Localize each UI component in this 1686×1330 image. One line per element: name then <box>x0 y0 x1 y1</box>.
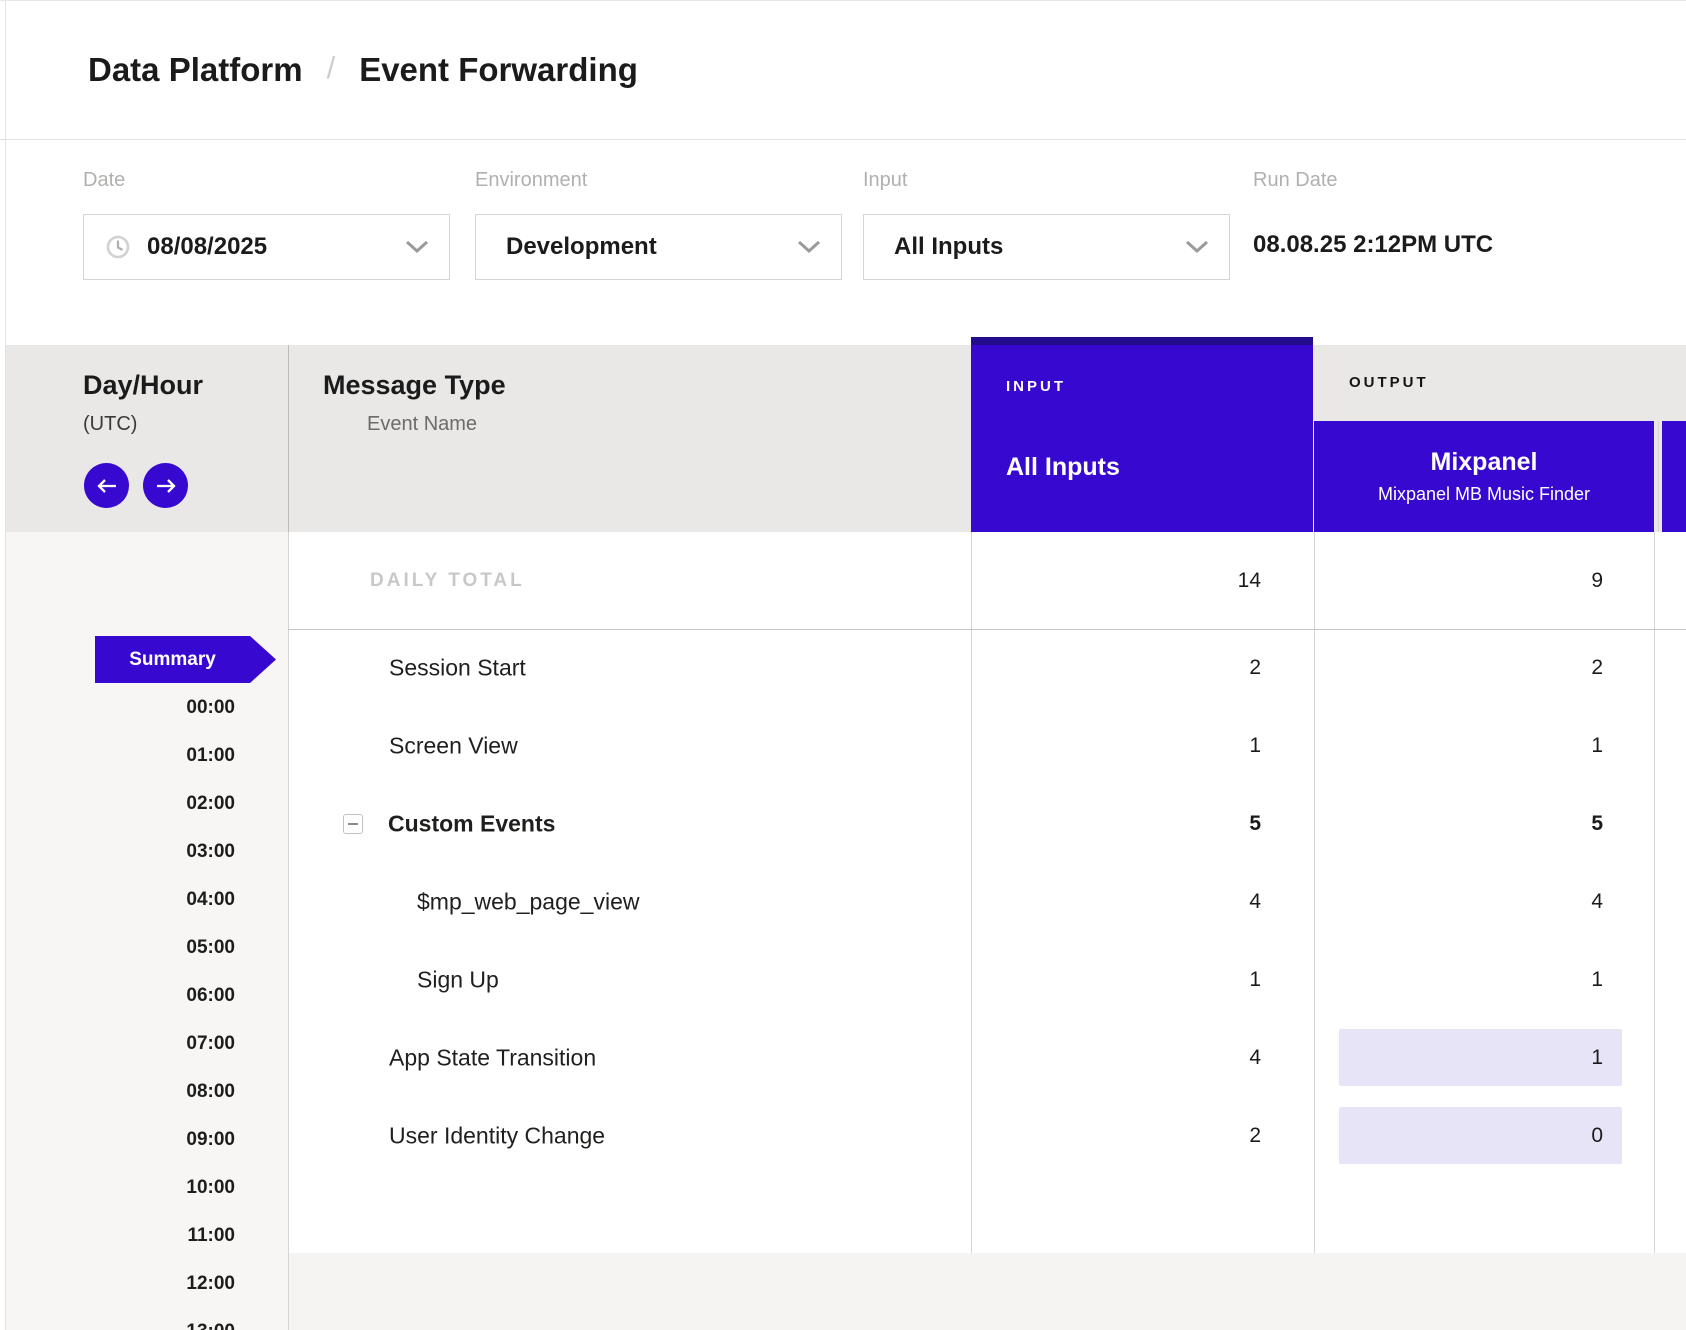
breadcrumb-section[interactable]: Data Platform <box>88 51 303 89</box>
hour-item-07[interactable]: 07:00 <box>100 1032 235 1056</box>
event-name: Screen View <box>389 733 518 760</box>
summary-tab[interactable]: Summary <box>95 636 276 683</box>
run-date-value: 08.08.25 2:12PM UTC <box>1253 231 1493 259</box>
input-value: All Inputs <box>894 233 1003 261</box>
output-connection-partial <box>1662 421 1686 532</box>
hour-item-05[interactable]: 05:00 <box>100 936 235 960</box>
environment-select[interactable]: Development <box>475 214 842 280</box>
summary-label: Summary <box>129 649 216 671</box>
event-name: $mp_web_page_view <box>417 889 640 916</box>
hour-item-06[interactable]: 06:00 <box>100 984 235 1008</box>
input-count: 5 <box>1091 812 1261 836</box>
output-count: 1 <box>1433 1046 1603 1070</box>
selected-column-indicator <box>971 337 1313 345</box>
event-name-subheader: Event Name <box>367 413 477 436</box>
header-column-divider <box>288 345 289 532</box>
event-name: Custom Events <box>388 811 555 838</box>
hour-item-04[interactable]: 04:00 <box>100 888 235 912</box>
hour-item-13[interactable]: 13:00 <box>100 1320 235 1330</box>
input-label: Input <box>863 169 907 192</box>
output-count: 1 <box>1433 734 1603 758</box>
hour-item-11[interactable]: 11:00 <box>100 1224 235 1248</box>
day-hour-timezone: (UTC) <box>83 413 137 436</box>
input-column-header[interactable] <box>971 337 1313 532</box>
connection-name: Mixpanel <box>1431 448 1538 477</box>
next-day-button[interactable] <box>143 463 188 508</box>
input-count: 1 <box>1091 968 1261 992</box>
input-column-kicker: INPUT <box>1006 378 1066 395</box>
hour-item-01[interactable]: 01:00 <box>100 744 235 768</box>
daily-total-output-value: 9 <box>1433 569 1603 593</box>
hour-item-02[interactable]: 02:00 <box>100 792 235 816</box>
input-count: 1 <box>1091 734 1261 758</box>
daily-total-label: DAILY TOTAL <box>370 570 525 592</box>
output-count: 0 <box>1433 1124 1603 1148</box>
page-title: Event Forwarding <box>359 51 638 89</box>
chevron-down-icon <box>1185 240 1209 254</box>
output-column-kicker: OUTPUT <box>1349 374 1429 391</box>
hour-item-00[interactable]: 00:00 <box>100 696 235 720</box>
hour-item-08[interactable]: 08:00 <box>100 1080 235 1104</box>
connection-divider <box>1658 421 1659 532</box>
hour-item-12[interactable]: 12:00 <box>100 1272 235 1296</box>
date-select[interactable]: 08/08/2025 <box>83 214 450 280</box>
table-row: User Identity Change 2 0 <box>288 1097 1686 1175</box>
table-row: Screen View 1 1 <box>288 707 1686 785</box>
input-count: 2 <box>1091 1124 1261 1148</box>
output-connection-header[interactable]: Mixpanel Mixpanel MB Music Finder <box>1314 421 1654 532</box>
chevron-down-icon <box>797 240 821 254</box>
table-row: Sign Up 1 1 <box>288 941 1686 1019</box>
previous-day-button[interactable] <box>84 463 129 508</box>
breadcrumb: Data Platform / Event Forwarding <box>88 1 638 139</box>
clock-icon <box>106 235 130 259</box>
environment-label: Environment <box>475 169 587 192</box>
event-forwarding-page: Data Platform / Event Forwarding Date En… <box>0 0 1686 1330</box>
event-name: Sign Up <box>417 967 499 994</box>
input-count: 2 <box>1091 656 1261 680</box>
day-hour-header: Day/Hour <box>83 370 203 401</box>
hour-item-10[interactable]: 10:00 <box>100 1176 235 1200</box>
table-row: $mp_web_page_view 4 4 <box>288 863 1686 941</box>
output-count: 1 <box>1433 968 1603 992</box>
output-count: 4 <box>1433 890 1603 914</box>
message-type-header: Message Type <box>323 370 506 401</box>
connection-subtitle: Mixpanel MB Music Finder <box>1378 484 1590 505</box>
date-label: Date <box>83 169 125 192</box>
input-column-name: All Inputs <box>1006 453 1120 482</box>
event-name: Session Start <box>389 655 526 682</box>
table-row: Session Start 2 2 <box>288 629 1686 707</box>
daily-total-row: DAILY TOTAL 14 9 <box>288 532 1686 629</box>
event-name: User Identity Change <box>389 1123 605 1150</box>
daily-total-input-value: 14 <box>1091 569 1261 593</box>
header-divider <box>0 139 1686 140</box>
collapse-icon[interactable] <box>343 814 363 834</box>
table-row: App State Transition 4 1 <box>288 1019 1686 1097</box>
event-name: App State Transition <box>389 1045 596 1072</box>
environment-value: Development <box>506 233 657 261</box>
table-row: Custom Events 5 5 <box>288 785 1686 863</box>
arrow-right-icon <box>155 478 177 494</box>
table-footer-band <box>288 1253 1686 1330</box>
hour-item-09[interactable]: 09:00 <box>100 1128 235 1152</box>
input-count: 4 <box>1091 1046 1261 1070</box>
output-count: 2 <box>1433 656 1603 680</box>
date-value: 08/08/2025 <box>147 233 267 261</box>
hour-item-03[interactable]: 03:00 <box>100 840 235 864</box>
output-count: 5 <box>1433 812 1603 836</box>
run-date-label: Run Date <box>1253 169 1338 192</box>
input-count: 4 <box>1091 890 1261 914</box>
arrow-left-icon <box>96 478 118 494</box>
input-select[interactable]: All Inputs <box>863 214 1230 280</box>
breadcrumb-separator: / <box>327 50 336 86</box>
chevron-down-icon <box>405 240 429 254</box>
